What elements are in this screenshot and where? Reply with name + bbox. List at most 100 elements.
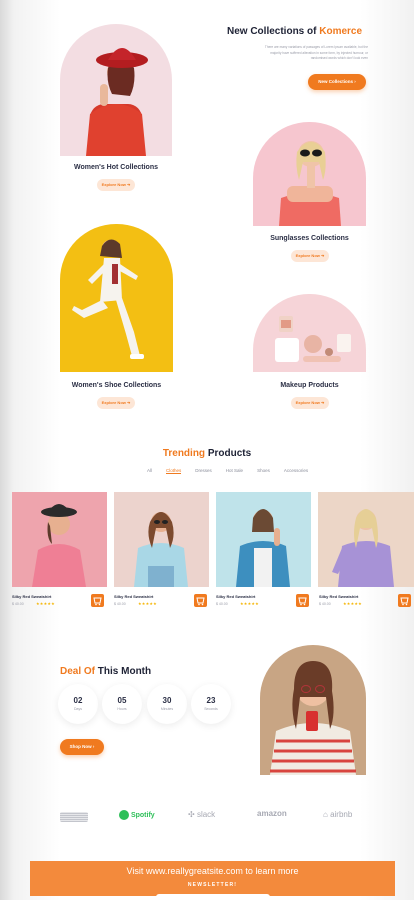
product-name[interactable]: Silky Red Sweatshirt [319,594,358,599]
cart-icon [196,597,205,606]
tab-all[interactable]: All [147,468,152,474]
hero-title: New Collections of Komerce [227,26,362,37]
hero-title-prefix: New Collections of [227,26,320,37]
product-image[interactable] [114,492,209,587]
countdown-value: 30 [162,696,172,705]
visit-website-link[interactable]: Visit www.reallygreatsite.com to learn m… [30,866,395,876]
model-red-hat-illustration [86,48,148,156]
collection-image-hot[interactable] [60,24,172,156]
countdown-seconds: 23 Seconds [191,684,231,724]
shop-now-label: Shop Now [69,744,92,749]
makeup-products-illustration [275,316,351,362]
countdown-label: Days [74,707,82,711]
shop-now-button[interactable]: Shop Now › [60,739,104,755]
add-to-cart-button[interactable] [398,594,411,607]
model-phone-illustration [270,661,356,775]
countdown-hours: 05 Hours [102,684,142,724]
product-rating: ★★★★★ [343,601,362,606]
spotify-label: Spotify [130,811,155,819]
countdown-minutes: 30 Minutes [147,684,187,724]
countdown-value: 05 [117,696,127,705]
tab-clothes[interactable]: Clothes [166,468,182,474]
new-collections-button[interactable]: New Collections › [308,74,366,90]
hero-title-accent: Komerce [319,26,363,37]
cart-icon [400,597,409,606]
slack-icon: ✣ [188,810,195,819]
product-name[interactable]: Silky Red Sweatshirt [216,594,255,599]
collection-caption: Women's Hot Collections [74,164,158,171]
slack-label: slack [196,810,216,819]
airbnb-logo: ⌂ airbnb [323,810,352,819]
arrow-right-icon: ➔ [321,253,325,258]
arrow-right-icon: ➔ [321,400,325,405]
model-jumping-illustration [72,239,144,359]
airbnb-icon: ⌂ [323,810,328,819]
product-rating: ★★★★★ [240,601,259,606]
product-price: $ 40.00 [114,602,126,606]
model-denim-jacket-illustration [236,509,290,587]
add-to-cart-button[interactable] [296,594,309,607]
model-light-blue-top-illustration [134,512,188,587]
product-rating: ★★★★★ [36,601,55,606]
tab-hot-sale[interactable]: Hot Sale [226,468,243,474]
category-tabs: All Clothes Dresses Hot Sale Shoes Acces… [147,468,308,474]
collection-caption: Sunglasses Collections [270,235,349,242]
product-name[interactable]: Silky Red Sweatshirt [114,594,153,599]
deal-title: Deal Of This Month [60,666,151,677]
explore-now-button[interactable]: Explore Now ➔ [97,179,135,191]
collection-image-makeup[interactable] [253,294,366,372]
newsletter-banner: Visit www.reallygreatsite.com to learn m… [30,861,395,900]
countdown-label: Minutes [160,707,174,711]
trending-title-rest: Products [205,448,252,459]
deal-title-accent: Deal Of [60,666,96,677]
model-lavender-blouse-illustration [332,509,394,587]
collection-image-sunglasses[interactable] [253,122,366,226]
collection-image-shoes[interactable] [60,224,173,372]
product-price: $ 40.00 [319,602,331,606]
tab-accessories[interactable]: Accessories [284,468,308,474]
slack-logo: ✣ slack [188,810,215,819]
explore-now-button[interactable]: Explore Now ➔ [291,250,329,262]
explore-now-button[interactable]: Explore Now ➔ [97,397,135,409]
spotify-logo: Spotify [119,810,155,820]
model-sunglasses-illustration [279,141,341,226]
deal-title-rest: This Month [95,666,152,677]
cart-icon [93,597,102,606]
tab-dresses[interactable]: Dresses [195,468,212,474]
collection-caption: Women's Shoe Collections [71,382,162,389]
arrow-right-icon: ➔ [127,400,131,405]
countdown-value: 02 [73,696,83,705]
model-pink-dress-illustration [32,504,86,587]
arrow-right-icon: ➔ [127,182,131,187]
chevron-right-icon: › [354,79,356,84]
cart-icon [298,597,307,606]
product-image[interactable] [12,492,107,587]
collection-caption: Makeup Products [280,382,339,389]
countdown-label: Seconds [204,707,218,711]
chevron-right-icon: › [92,744,95,749]
countdown-label: Hours [117,707,127,711]
newsletter-input[interactable] [156,894,270,900]
product-image[interactable] [318,492,414,587]
product-price: $ 40.00 [216,602,228,606]
amazon-prime-logo [60,812,88,822]
trending-title: Trending Products [0,448,414,459]
new-collections-label: New Collections [318,79,353,84]
explore-now-label: Explore Now [295,400,320,405]
explore-now-label: Explore Now [101,182,126,187]
product-name[interactable]: Silky Red Sweatshirt [12,594,51,599]
countdown-value: 23 [206,696,216,705]
airbnb-label: airbnb [330,810,353,819]
trending-title-accent: Trending [162,448,206,459]
add-to-cart-button[interactable] [91,594,104,607]
spotify-icon [119,810,129,820]
explore-now-button[interactable]: Explore Now ➔ [291,397,329,409]
amazon-logo: amazon [257,809,287,818]
countdown-days: 02 Days [58,684,98,724]
add-to-cart-button[interactable] [194,594,207,607]
hero-description: There are many variations of passages of… [222,45,368,62]
deal-image[interactable] [260,645,366,775]
hero-description-line: randomised words which don't look even [310,56,368,60]
tab-shoes[interactable]: Shoes [257,468,270,474]
product-image[interactable] [216,492,311,587]
